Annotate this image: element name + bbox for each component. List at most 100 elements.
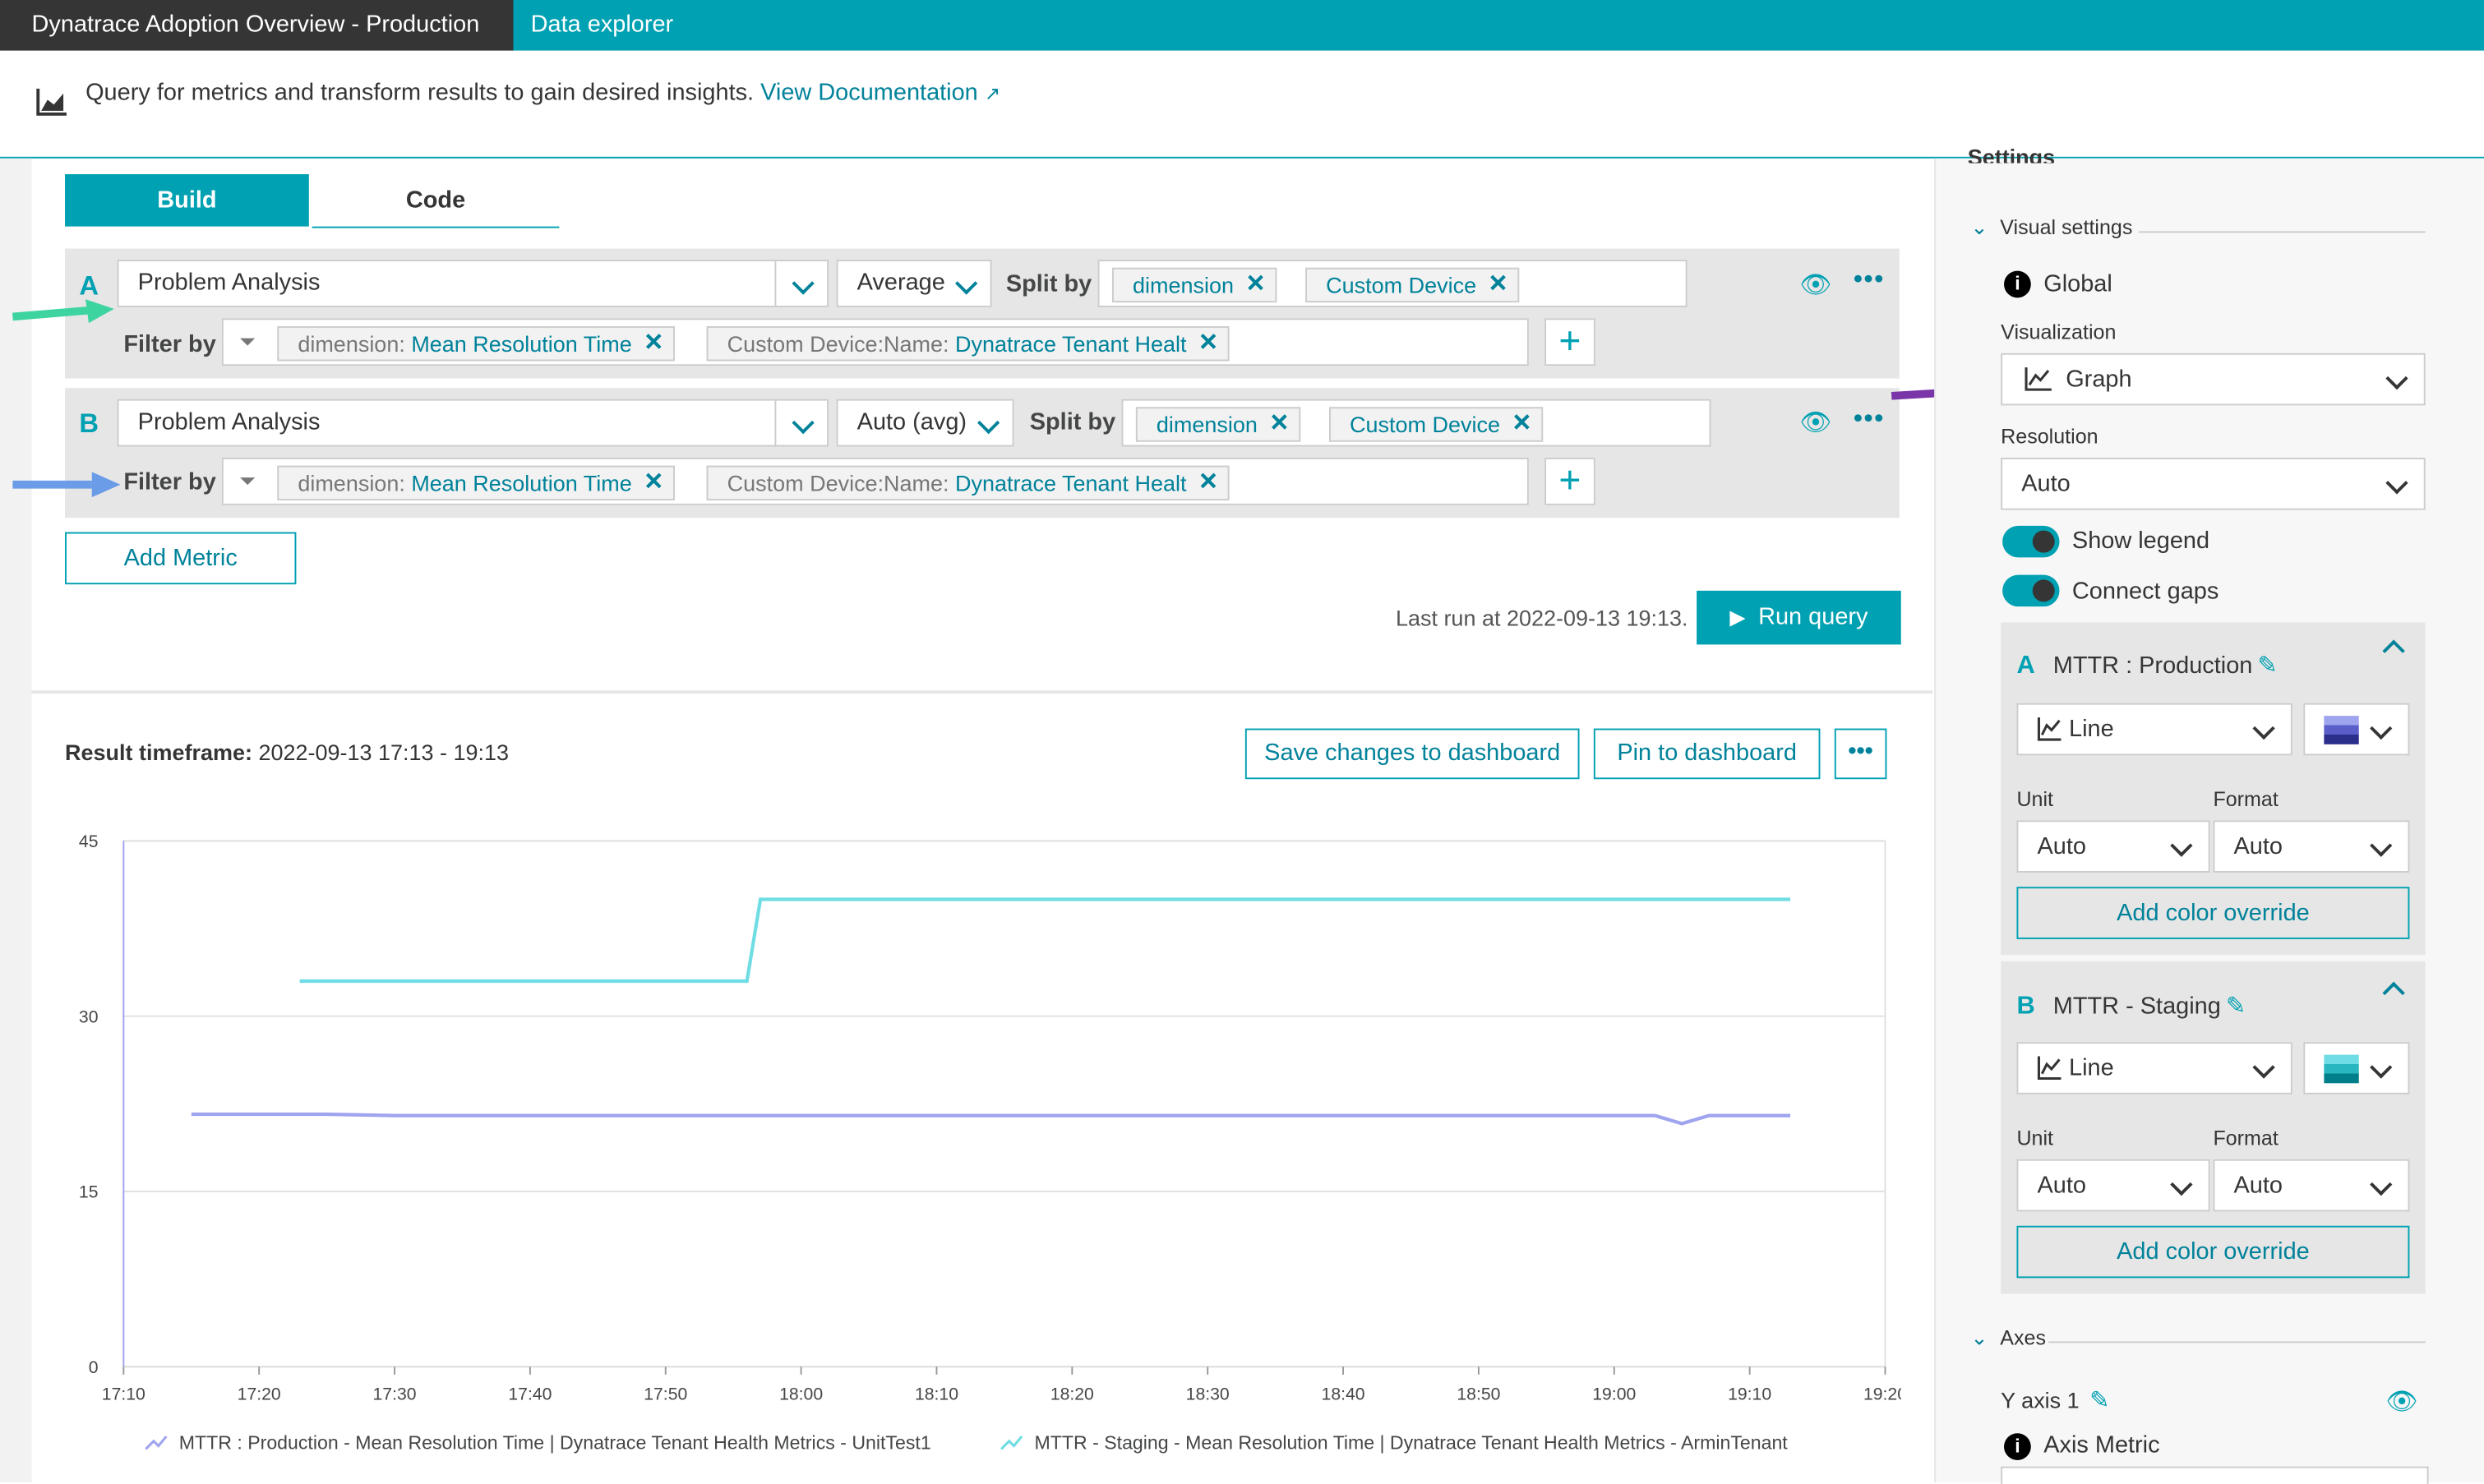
filter-input-b[interactable]: ⏷ dimension: Mean Resolution Time ✕ Custo… — [221, 457, 1529, 505]
info-icon: i — [2004, 270, 2031, 298]
external-link-icon: ↗ — [984, 82, 1001, 105]
axis-metric-select[interactable] — [2001, 1466, 2429, 1484]
tab-code[interactable]: Code — [312, 174, 560, 228]
page-description: Query for metrics and transform results … — [85, 79, 1000, 106]
close-icon[interactable]: ✕ — [1198, 328, 1218, 360]
color-swatch — [2324, 716, 2359, 744]
pencil-icon[interactable]: ✎ — [2257, 651, 2277, 680]
settings-title: Settings — [1967, 144, 2056, 164]
filter-input-a[interactable]: ⏷ dimension: Mean Resolution Time ✕ Custo… — [221, 318, 1529, 366]
close-icon[interactable]: ✕ — [1245, 270, 1265, 302]
aggregation-select-b[interactable]: Auto (avg) — [836, 399, 1014, 447]
axes-header[interactable]: ⌄ Axes — [1971, 1325, 2046, 1351]
more-options-icon[interactable]: ••• — [1854, 405, 1885, 434]
visual-settings-header[interactable]: ⌄ Visual settings — [1971, 215, 2133, 241]
chevron-down-icon — [955, 272, 978, 295]
line-chart-icon — [2037, 1056, 2062, 1081]
tab-data-explorer[interactable]: Data explorer — [531, 0, 674, 51]
aggregation-value: Average — [856, 269, 945, 297]
show-legend-toggle[interactable] — [2002, 525, 2060, 558]
format-select-b[interactable]: Auto — [2213, 1159, 2410, 1212]
pin-to-dashboard-button[interactable]: Pin to dashboard — [1593, 728, 1821, 780]
aggregation-value: Auto (avg) — [856, 408, 967, 436]
close-icon[interactable]: ✕ — [644, 328, 663, 360]
close-icon[interactable]: ✕ — [1198, 468, 1218, 500]
last-run-text: Last run at 2022-09-13 19:13. — [1395, 605, 1688, 631]
format-value: Auto — [2233, 1172, 2283, 1199]
filter-icon: ⏷ — [239, 329, 256, 353]
eye-icon[interactable]: 👁 — [1799, 270, 1831, 302]
close-icon[interactable]: ✕ — [644, 468, 663, 500]
color-palette-select-a[interactable] — [2303, 703, 2410, 756]
unit-select-b[interactable]: Auto — [2016, 1159, 2210, 1212]
view-documentation-link[interactable]: View Documentation — [760, 79, 978, 106]
chevron-down-icon: ⌄ — [1970, 215, 1988, 240]
add-filter-button[interactable]: + — [1544, 457, 1595, 505]
chart-icon — [36, 88, 67, 116]
filter-tag[interactable]: Custom Device:Name: Dynatrace Tenant Hea… — [706, 465, 1230, 501]
format-select-a[interactable]: Auto — [2213, 820, 2410, 873]
unit-select-a[interactable]: Auto — [2016, 820, 2210, 873]
x-tick-label: 18:30 — [1186, 1385, 1230, 1404]
x-tick-label: 18:50 — [1457, 1385, 1500, 1404]
global-label: Global — [2043, 270, 2112, 298]
filter-tag[interactable]: Custom Device:Name: Dynatrace Tenant Hea… — [706, 326, 1230, 362]
x-tick-label: 19:20 — [1863, 1385, 1901, 1404]
pencil-icon[interactable]: ✎ — [2226, 991, 2246, 1020]
tab-dashboard[interactable]: Dynatrace Adoption Overview - Production — [0, 0, 514, 51]
split-tag[interactable]: dimension ✕ — [1135, 407, 1300, 442]
result-value: 2022-09-13 17:13 - 19:13 — [258, 740, 509, 765]
line-chart-icon — [2025, 367, 2052, 391]
legend-line-icon — [145, 1436, 168, 1450]
add-filter-button[interactable]: + — [1544, 318, 1595, 366]
eye-icon[interactable]: 👁 — [1799, 407, 1831, 439]
visualization-select[interactable]: Graph — [2001, 353, 2426, 406]
metric-select-a[interactable]: Problem Analysis — [117, 260, 829, 307]
info-icon: i — [2004, 1433, 2031, 1460]
unit-label: Unit — [2016, 786, 2054, 811]
more-options-icon[interactable]: ••• — [1854, 266, 1885, 295]
more-actions-button[interactable]: ••• — [1834, 728, 1887, 780]
split-tag[interactable]: Custom Device ✕ — [1305, 267, 1520, 303]
add-color-override-button-a[interactable]: Add color override — [2016, 887, 2410, 939]
chevron-down-icon — [2252, 717, 2275, 740]
close-icon[interactable]: ✕ — [1488, 270, 1507, 302]
run-query-button[interactable]: ▶ Run query — [1697, 590, 1901, 645]
visualization-label: Visualization — [2001, 320, 2117, 344]
add-metric-button[interactable]: Add Metric — [65, 532, 297, 585]
metric-select-b[interactable]: Problem Analysis — [117, 399, 829, 447]
filter-icon: ⏷ — [239, 468, 256, 493]
query-letter-b: B — [79, 408, 99, 439]
x-tick-label: 19:00 — [1592, 1385, 1636, 1404]
legend-line-icon — [1000, 1436, 1023, 1450]
resolution-select[interactable]: Auto — [2001, 457, 2426, 510]
metric-letter-a: A — [2016, 652, 2035, 680]
split-by-input-a[interactable]: dimension ✕ Custom Device ✕ — [1097, 260, 1688, 307]
save-to-dashboard-button[interactable]: Save changes to dashboard — [1244, 728, 1580, 780]
filter-tag[interactable]: dimension: Mean Resolution Time ✕ — [277, 465, 675, 501]
add-color-override-button-b[interactable]: Add color override — [2016, 1225, 2410, 1279]
split-by-input-b[interactable]: dimension ✕ Custom Device ✕ — [1121, 399, 1711, 447]
line-chart: 45 30 15 017:10 17:20 17:30 17:40 17:50 18:00 18:… — [79, 832, 1901, 1453]
filter-by-label: Filter by — [123, 330, 216, 358]
filter-key: dimension: — [298, 470, 412, 496]
aggregation-select-a[interactable]: Average — [836, 260, 992, 307]
color-palette-select-b[interactable] — [2303, 1042, 2410, 1095]
connect-gaps-toggle[interactable] — [2002, 574, 2060, 607]
x-tick-label: 17:10 — [102, 1385, 145, 1404]
split-tag[interactable]: dimension ✕ — [1111, 267, 1277, 303]
filter-tag[interactable]: dimension: Mean Resolution Time ✕ — [277, 326, 675, 362]
split-tag[interactable]: Custom Device ✕ — [1329, 407, 1544, 442]
show-legend-label: Show legend — [2071, 527, 2210, 555]
close-icon[interactable]: ✕ — [1512, 408, 1531, 440]
pencil-icon[interactable]: ✎ — [2089, 1385, 2109, 1414]
y-tick-label: 45 — [79, 832, 99, 851]
chevron-down-icon — [977, 411, 1000, 435]
close-icon[interactable]: ✕ — [1269, 408, 1289, 440]
line-type-select-b[interactable]: Line — [2016, 1042, 2292, 1095]
eye-icon[interactable]: 👁 — [2386, 1385, 2418, 1417]
tab-build[interactable]: Build — [65, 174, 309, 227]
line-type-select-a[interactable]: Line — [2016, 703, 2292, 756]
y-axis-label: Y axis 1 — [2001, 1387, 2080, 1413]
result-timeframe: Result timeframe: 2022-09-13 17:13 - 19:… — [65, 740, 509, 765]
